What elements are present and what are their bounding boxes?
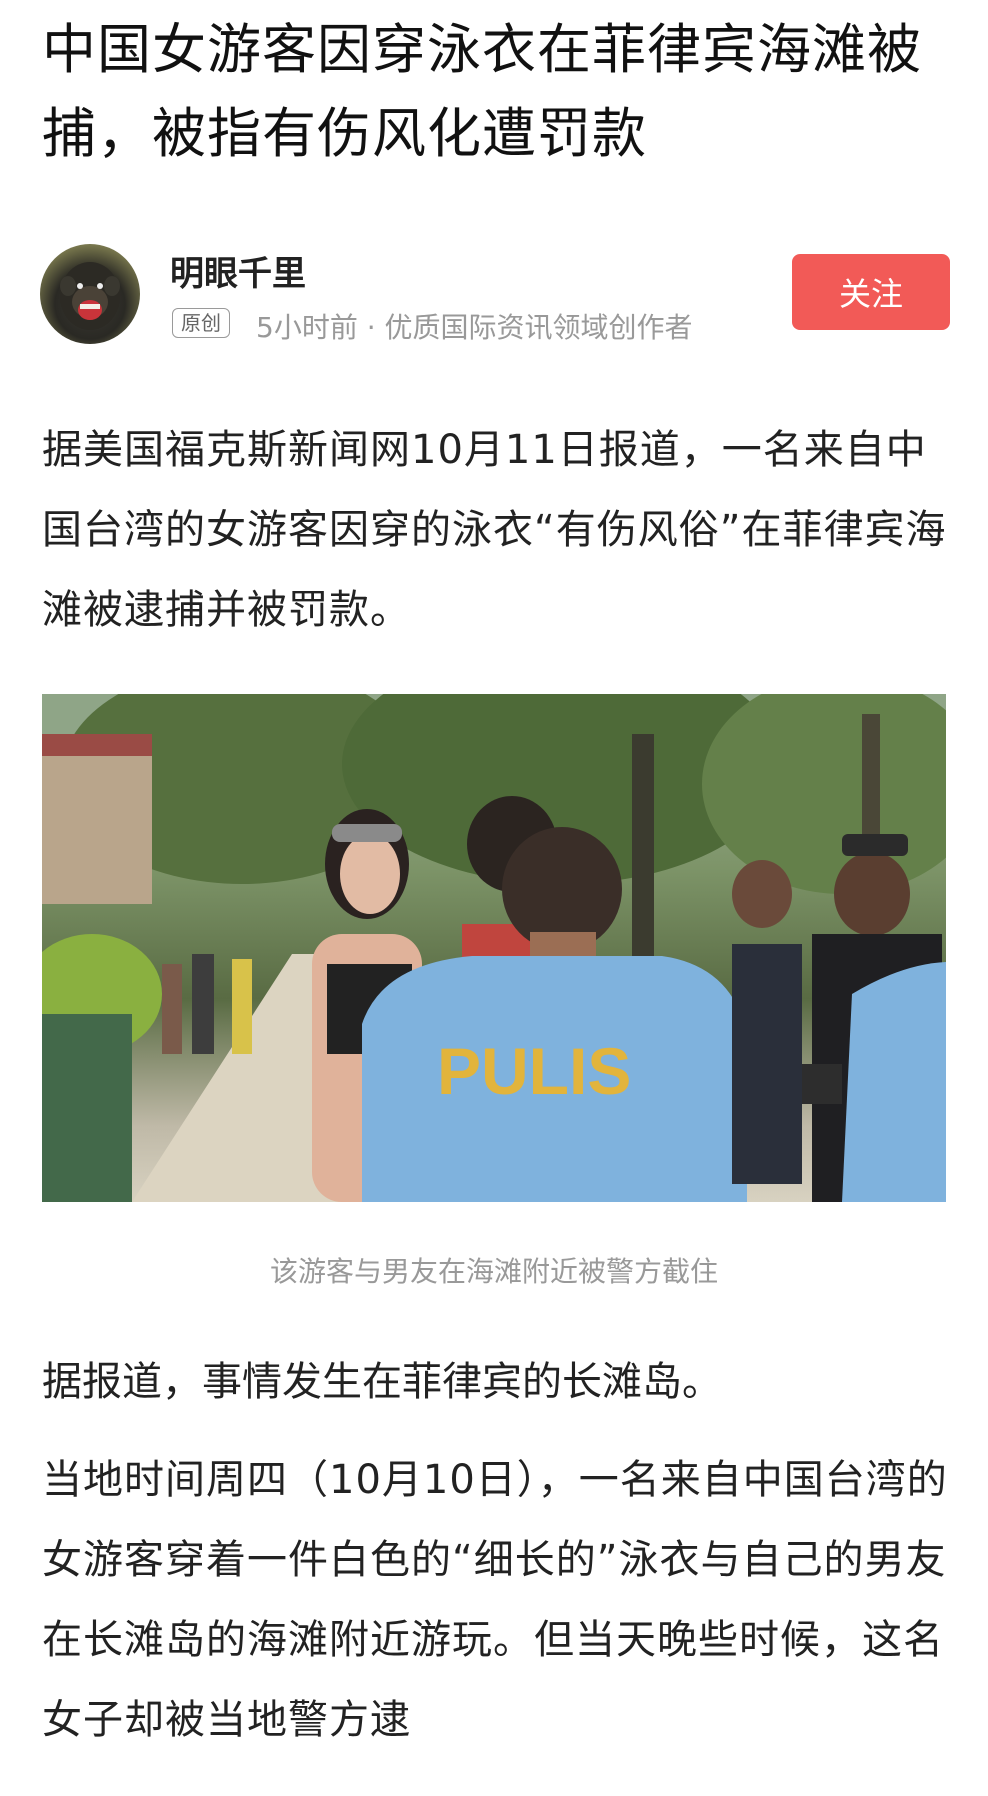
author-row: 明眼千里 原创 5小时前 · 优质国际资讯领域创作者 关注 — [40, 244, 950, 354]
paragraph-3: 当地时间周四（10月10日），一名来自中国台湾的女游客穿着一件白色的“细长的”泳… — [42, 1457, 948, 1743]
original-badge: 原创 — [172, 308, 230, 338]
author-avatar[interactable] — [40, 244, 140, 344]
beach-police-scene-image: PULIS — [42, 694, 946, 1202]
follow-button[interactable]: 关注 — [792, 254, 950, 330]
photo-caption: 该游客与男友在海滩附近被警方截住 — [269, 1255, 718, 1288]
pulis-shirt-text: PULIS — [437, 1034, 631, 1108]
article-photo[interactable]: PULIS — [42, 694, 946, 1202]
chimpanzee-avatar-icon — [60, 262, 120, 330]
article-title: 中国女游客因穿泳衣在菲律宾海滩被捕，被指有伤风化遭罚款 — [42, 18, 922, 165]
paragraph-2: 据报道，事情发生在菲律宾的长滩岛。 — [42, 1359, 722, 1405]
author-meta: 5小时前 · 优质国际资讯领域创作者 — [256, 311, 693, 344]
author-name[interactable]: 明眼千里 — [170, 246, 306, 295]
paragraph-1: 据美国福克斯新闻网10月11日报道，一名来自中国台湾的女游客因穿的泳衣“有伤风俗… — [42, 427, 947, 633]
